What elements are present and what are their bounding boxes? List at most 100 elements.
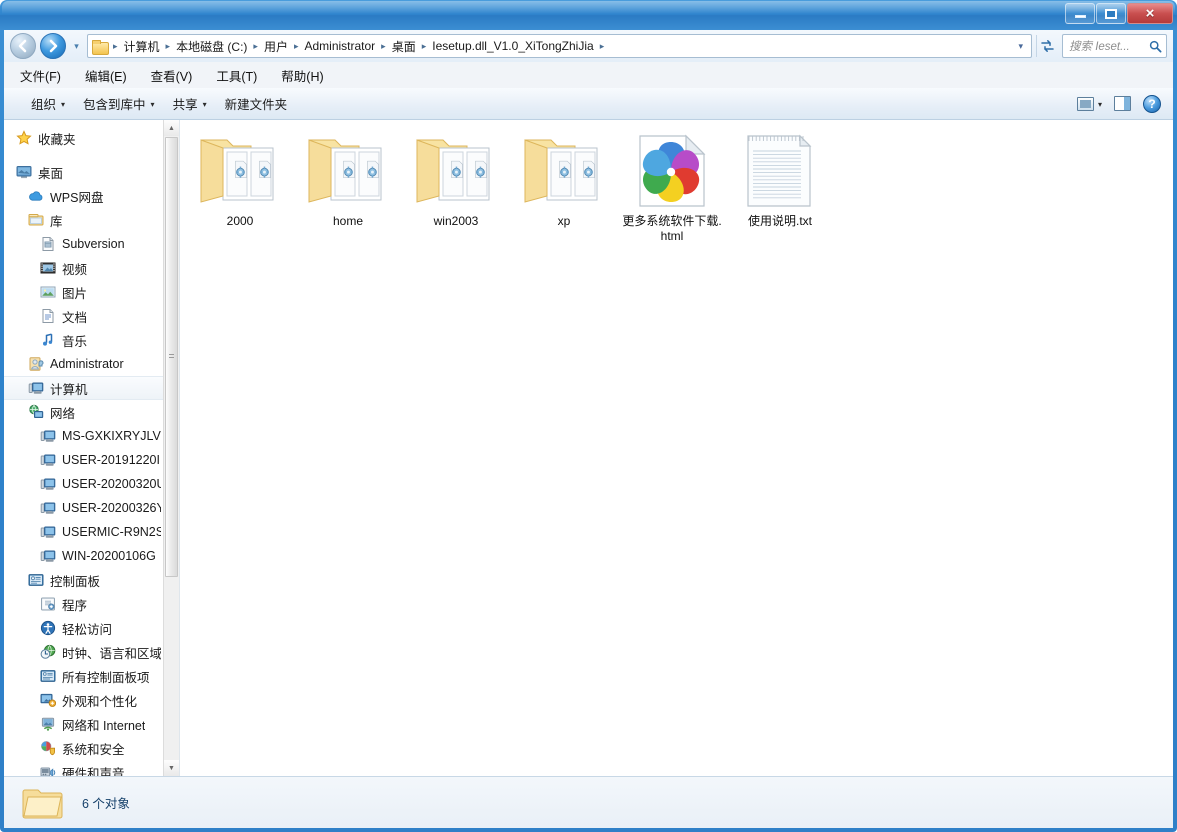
file-item-2000[interactable]: 2000 bbox=[186, 128, 294, 250]
sidebar-item-USER-20191220I[interactable]: USER-20191220I bbox=[4, 448, 163, 472]
new-folder-button[interactable]: 新建文件夹 bbox=[216, 90, 297, 117]
sidebar-item-WIN-20200106G[interactable]: WIN-20200106G bbox=[4, 544, 163, 568]
library-icon bbox=[28, 212, 44, 228]
cloud-icon bbox=[28, 188, 44, 204]
sidebar-item-label: 音乐 bbox=[62, 334, 88, 349]
sidebar-item-程序[interactable]: 程序 bbox=[4, 592, 163, 616]
preview-pane-button[interactable] bbox=[1108, 93, 1137, 114]
file-item-win2003[interactable]: win2003 bbox=[402, 128, 510, 250]
menu-view[interactable]: 查看(V) bbox=[149, 64, 195, 87]
sidebar-item-计算机[interactable]: 计算机 bbox=[4, 376, 163, 400]
breadcrumb-item-administrator[interactable]: Administrator bbox=[301, 37, 378, 55]
menu-tools[interactable]: 工具(T) bbox=[214, 64, 259, 87]
menu-bar: 文件(F) 编辑(E) 查看(V) 工具(T) 帮助(H) bbox=[4, 62, 1173, 88]
change-view-button[interactable]: ▾ bbox=[1071, 94, 1108, 114]
search-input[interactable]: 搜索 Ieset... bbox=[1062, 34, 1167, 58]
breadcrumb-item-current-folder[interactable]: Iesetup.dll_V1.0_XiTongZhiJia bbox=[429, 37, 596, 55]
sidebar-item-label: 视频 bbox=[62, 262, 88, 277]
breadcrumb-item-users[interactable]: 用户 bbox=[261, 36, 291, 57]
scrollbar-thumb[interactable] bbox=[165, 137, 178, 577]
organize-button[interactable]: 组织 ▾ bbox=[22, 90, 74, 117]
breadcrumb[interactable]: ▸ 计算机 ▸ 本地磁盘 (C:) ▸ 用户 ▸ Administrator ▸… bbox=[87, 34, 1032, 58]
sidebar-item-label: USERMIC-R9N2S bbox=[62, 525, 161, 539]
sidebar-item-时钟、语言和区域[interactable]: 时钟、语言和区域 bbox=[4, 640, 163, 664]
sidebar-item-系统和安全[interactable]: 系统和安全 bbox=[4, 736, 163, 760]
include-in-library-button[interactable]: 包含到库中 ▾ bbox=[74, 90, 164, 117]
close-button[interactable]: × bbox=[1127, 3, 1173, 24]
share-label: 共享 bbox=[172, 98, 198, 112]
folder-icon bbox=[22, 789, 63, 818]
network-icon bbox=[28, 404, 44, 420]
breadcrumb-item-local-disk[interactable]: 本地磁盘 (C:) bbox=[173, 36, 250, 57]
sidebar-item-USER-20200326Y[interactable]: USER-20200326Y bbox=[4, 496, 163, 520]
sidebar-item-硬件和声音[interactable]: 硬件和声音 bbox=[4, 760, 163, 776]
sidebar-item-视频[interactable]: 视频 bbox=[4, 256, 163, 280]
folder-icon bbox=[521, 132, 607, 208]
menu-file[interactable]: 文件(F) bbox=[18, 64, 63, 87]
back-button[interactable] bbox=[10, 33, 36, 59]
breadcrumb-separator: ▸ bbox=[113, 40, 118, 51]
sidebar-item-图片[interactable]: 图片 bbox=[4, 280, 163, 304]
close-icon: × bbox=[1145, 5, 1155, 22]
history-dropdown-button[interactable]: ▾ bbox=[70, 33, 83, 59]
sidebar-item-Subversion[interactable]: Subversion bbox=[4, 232, 163, 256]
sidebar-item-外观和个性化[interactable]: 外观和个性化 bbox=[4, 688, 163, 712]
sidebar-item-桌面[interactable]: 桌面 bbox=[4, 160, 163, 184]
chevron-down-icon[interactable]: ▾ bbox=[1012, 41, 1029, 52]
explorer-body: 收藏夹桌面 WPS网盘库 Subversion 视频图片 文档音乐 Administrat… bbox=[4, 120, 1173, 776]
sidebar-item-label: 计算机 bbox=[50, 382, 88, 397]
sidebar-item-音乐[interactable]: 音乐 bbox=[4, 328, 163, 352]
breadcrumb-item-computer[interactable]: 计算机 bbox=[121, 36, 163, 57]
breadcrumb-separator: ▸ bbox=[165, 40, 171, 51]
breadcrumb-separator: ▸ bbox=[599, 40, 605, 51]
sidebar-item-label: 轻松访问 bbox=[62, 622, 113, 637]
sidebar-item-所有控制面板项[interactable]: 所有控制面板项 bbox=[4, 664, 163, 688]
computer-icon bbox=[40, 428, 56, 444]
sidebar-scrollbar[interactable]: ▲ ▼ bbox=[163, 120, 179, 776]
nav-group-gap bbox=[4, 150, 163, 160]
chevron-down-icon: ▾ bbox=[61, 100, 66, 109]
sidebar-item-收藏夹[interactable]: 收藏夹 bbox=[4, 126, 163, 150]
star-icon bbox=[16, 130, 32, 146]
sidebar-item-USERMIC-R9N2S[interactable]: USERMIC-R9N2S bbox=[4, 520, 163, 544]
sidebar-item-库[interactable]: 库 bbox=[4, 208, 163, 232]
back-arrow-icon bbox=[18, 39, 27, 53]
sidebar-item-label: 外观和个性化 bbox=[62, 694, 138, 709]
sidebar-item-网络和 Internet[interactable]: 网络和 Internet bbox=[4, 712, 163, 736]
sidebar-item-label: 时钟、语言和区域 bbox=[62, 646, 161, 661]
breadcrumb-separator: ▸ bbox=[293, 40, 299, 51]
sidebar-item-MS-GXKIXRYJLV[interactable]: MS-GXKIXRYJLV bbox=[4, 424, 163, 448]
refresh-button[interactable] bbox=[1036, 35, 1058, 57]
file-list[interactable]: 2000 home win2003 xp 更多系统软件下载.html 使用说明.txt bbox=[180, 120, 1173, 776]
file-item-更多系统软件下载.html[interactable]: 更多系统软件下载.html bbox=[618, 128, 726, 250]
subversion-icon bbox=[40, 236, 56, 252]
sidebar-item-label: USER-20191220I bbox=[62, 453, 160, 467]
sidebar-item-文档[interactable]: 文档 bbox=[4, 304, 163, 328]
video-icon bbox=[40, 260, 56, 276]
scroll-down-arrow-icon[interactable]: ▼ bbox=[164, 760, 179, 776]
share-button[interactable]: 共享 ▾ bbox=[164, 90, 216, 117]
address-bar: ▾ ▸ 计算机 ▸ 本地磁盘 (C:) ▸ 用户 ▸ Administrator… bbox=[4, 30, 1173, 62]
sidebar-item-轻松访问[interactable]: 轻松访问 bbox=[4, 616, 163, 640]
sidebar-item-WPS网盘[interactable]: WPS网盘 bbox=[4, 184, 163, 208]
breadcrumb-item-desktop[interactable]: 桌面 bbox=[389, 36, 419, 57]
breadcrumb-separator: ▸ bbox=[253, 40, 258, 51]
file-item-home[interactable]: home bbox=[294, 128, 402, 250]
sidebar-item-label: 系统和安全 bbox=[62, 742, 125, 757]
sidebar-item-网络[interactable]: 网络 bbox=[4, 400, 163, 424]
sidebar-item-USER-20200320U[interactable]: USER-20200320U bbox=[4, 472, 163, 496]
file-item-使用说明.txt[interactable]: 使用说明.txt bbox=[726, 128, 834, 250]
sidebar-item-Administrator[interactable]: Administrator bbox=[4, 352, 163, 376]
forward-button[interactable] bbox=[40, 33, 66, 59]
menu-help[interactable]: 帮助(H) bbox=[279, 64, 325, 87]
file-item-xp[interactable]: xp bbox=[510, 128, 618, 250]
navigation-pane: 收藏夹桌面 WPS网盘库 Subversion 视频图片 文档音乐 Administrat… bbox=[4, 120, 180, 776]
sidebar-item-控制面板[interactable]: 控制面板 bbox=[4, 568, 163, 592]
organize-label: 组织 bbox=[31, 98, 57, 112]
maximize-button[interactable] bbox=[1096, 3, 1126, 24]
scroll-up-arrow-icon[interactable]: ▲ bbox=[164, 120, 179, 136]
minimize-button[interactable] bbox=[1065, 3, 1095, 24]
sidebar-item-label: USER-20200326Y bbox=[62, 501, 161, 515]
menu-edit[interactable]: 编辑(E) bbox=[83, 64, 129, 87]
help-button[interactable]: ? bbox=[1137, 92, 1167, 116]
